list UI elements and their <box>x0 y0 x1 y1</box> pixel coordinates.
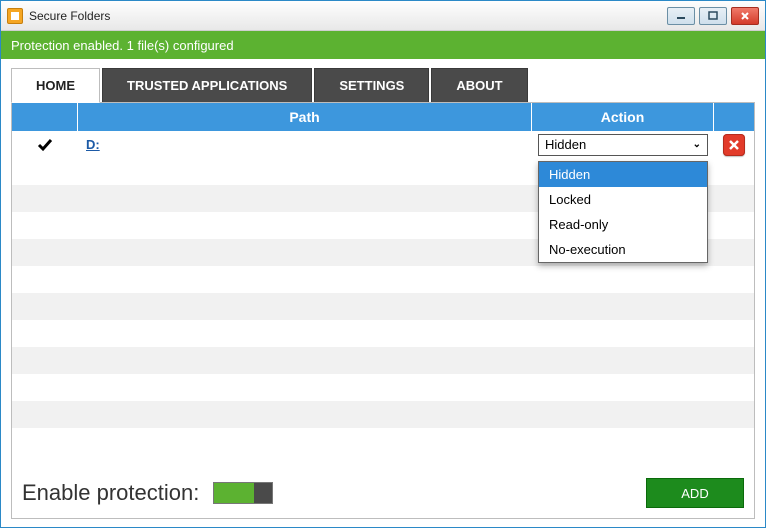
delete-row-button[interactable] <box>723 134 745 156</box>
tab-settings[interactable]: SETTINGS <box>314 68 429 102</box>
table-row-empty <box>12 320 754 347</box>
action-option-read-only[interactable]: Read-only <box>539 212 707 237</box>
column-path[interactable]: Path <box>78 103 532 131</box>
chevron-down-icon: ⌄ <box>693 139 701 150</box>
enable-protection-toggle[interactable] <box>213 482 273 504</box>
footer: Enable protection: ADD <box>12 468 754 518</box>
row-path-cell: D: <box>78 131 532 158</box>
tab-bar: HOME TRUSTED APPLICATIONS SETTINGS ABOUT <box>1 59 765 102</box>
table-body: D: Hidden ⌄ Hidden Locked Read-only <box>12 131 754 468</box>
app-icon <box>7 8 23 24</box>
toggle-knob <box>254 483 272 503</box>
action-option-no-execution[interactable]: No-execution <box>539 237 707 262</box>
maximize-button[interactable] <box>699 7 727 25</box>
action-dropdown: Hidden Locked Read-only No-execution <box>538 161 708 263</box>
status-text: Protection enabled. 1 file(s) configured <box>11 38 234 53</box>
table-header: Path Action <box>12 103 754 131</box>
action-select-value: Hidden <box>545 137 586 152</box>
table-row-empty <box>12 266 754 293</box>
row-action-cell: Hidden ⌄ Hidden Locked Read-only No-exec… <box>532 131 714 158</box>
path-link[interactable]: D: <box>86 137 100 152</box>
table-row-empty <box>12 401 754 428</box>
content-wrap: Path Action D: <box>1 102 765 527</box>
action-option-hidden[interactable]: Hidden <box>539 162 707 187</box>
column-check[interactable] <box>12 103 78 131</box>
titlebar: Secure Folders <box>1 1 765 31</box>
close-button[interactable] <box>731 7 759 25</box>
checkmark-icon <box>36 136 54 154</box>
enable-protection-label: Enable protection: <box>22 480 199 506</box>
minimize-button[interactable] <box>667 7 695 25</box>
window-controls <box>667 7 759 25</box>
minimize-icon <box>676 11 686 21</box>
add-button[interactable]: ADD <box>646 478 744 508</box>
delete-icon <box>728 139 740 151</box>
tab-about[interactable]: ABOUT <box>431 68 527 102</box>
close-icon <box>740 11 750 21</box>
column-action[interactable]: Action <box>532 103 714 131</box>
table-row-empty <box>12 293 754 320</box>
status-bar: Protection enabled. 1 file(s) configured <box>1 31 765 59</box>
action-option-locked[interactable]: Locked <box>539 187 707 212</box>
tab-trusted-applications[interactable]: TRUSTED APPLICATIONS <box>102 68 312 102</box>
column-delete <box>714 103 754 131</box>
row-delete-cell <box>714 131 754 158</box>
table-row: D: Hidden ⌄ Hidden Locked Read-only <box>12 131 754 158</box>
app-window: Secure Folders Protection enabled. 1 fil… <box>0 0 766 528</box>
maximize-icon <box>708 11 718 21</box>
toggle-on-track <box>214 483 254 503</box>
table-row-empty <box>12 347 754 374</box>
content: Path Action D: <box>11 102 755 519</box>
action-select[interactable]: Hidden ⌄ <box>538 134 708 156</box>
tab-home[interactable]: HOME <box>11 68 100 103</box>
window-title: Secure Folders <box>29 9 667 23</box>
row-check-cell[interactable] <box>12 131 78 158</box>
table-row-empty <box>12 374 754 401</box>
